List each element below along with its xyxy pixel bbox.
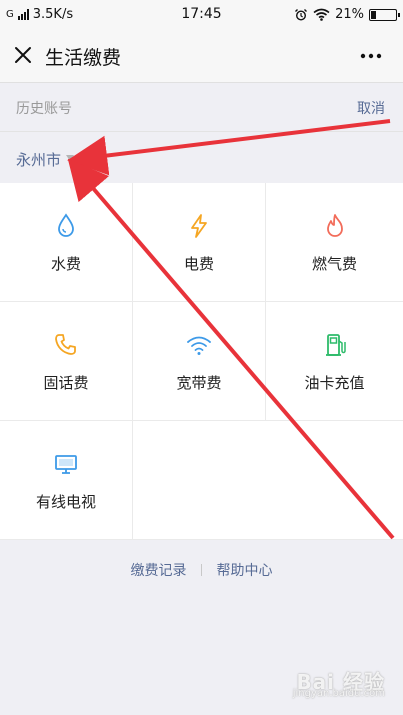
- flame-icon: [326, 214, 343, 237]
- watermark: Bai 经验 jingyan.baidu.com: [293, 666, 385, 699]
- service-broadband[interactable]: 宽带费: [133, 302, 266, 421]
- wifi-status-icon: [313, 8, 330, 21]
- service-electricity[interactable]: 电费: [133, 183, 266, 302]
- footer-divider: [201, 564, 202, 576]
- empty-cell: [266, 421, 403, 540]
- service-label: 电费: [183, 255, 214, 273]
- service-gas[interactable]: 燃气费: [266, 183, 403, 302]
- help-center-link[interactable]: 帮助中心: [216, 563, 272, 579]
- service-cable-tv[interactable]: 有线电视: [0, 421, 133, 540]
- cancel-button[interactable]: 取消: [357, 98, 385, 118]
- service-landline[interactable]: 固话费: [0, 302, 133, 421]
- empty-cell: [133, 421, 266, 540]
- footer-links: 缴费记录 帮助中心: [0, 560, 403, 580]
- nav-bar: 生活缴费: [0, 30, 403, 82]
- city-name[interactable]: 永州市: [16, 149, 61, 170]
- history-account-row: 历史账号 取消: [0, 82, 403, 132]
- lightning-icon: [191, 214, 207, 238]
- service-grid: 水费 电费 燃气费 固话费 宽带费 油卡充值 有线电视: [0, 183, 403, 540]
- status-right: 21%: [294, 7, 400, 22]
- battery-icon: [369, 8, 400, 21]
- status-bar: G 3.5K/s 17:45 21%: [0, 0, 403, 30]
- city-selector[interactable]: 永州市: [0, 133, 403, 183]
- history-account-label[interactable]: 历史账号: [16, 98, 72, 118]
- battery-level: [371, 10, 376, 19]
- phone-icon: [55, 334, 76, 355]
- water-drop-icon: [58, 213, 74, 237]
- service-label: 有线电视: [35, 493, 96, 511]
- fuel-pump-icon: [325, 334, 346, 356]
- alarm-icon: [295, 8, 308, 20]
- more-icon[interactable]: [359, 46, 383, 66]
- service-fuel-card[interactable]: 油卡充值: [266, 302, 403, 421]
- service-label: 宽带费: [176, 374, 222, 392]
- service-label: 固话费: [43, 374, 89, 392]
- close-icon[interactable]: [10, 42, 36, 68]
- service-water[interactable]: 水费: [0, 183, 133, 302]
- battery-percent: 21%: [335, 7, 364, 22]
- service-label: 水费: [50, 255, 81, 273]
- page-title: 生活缴费: [45, 47, 122, 69]
- watermark-url: jingyan.baidu.com: [292, 688, 385, 699]
- service-label: 油卡充值: [304, 374, 365, 392]
- service-label: 燃气费: [311, 255, 357, 273]
- wifi-icon: [187, 336, 211, 355]
- payment-records-link[interactable]: 缴费记录: [131, 563, 187, 579]
- caret-down-icon[interactable]: [66, 155, 74, 161]
- tv-icon: [55, 455, 77, 474]
